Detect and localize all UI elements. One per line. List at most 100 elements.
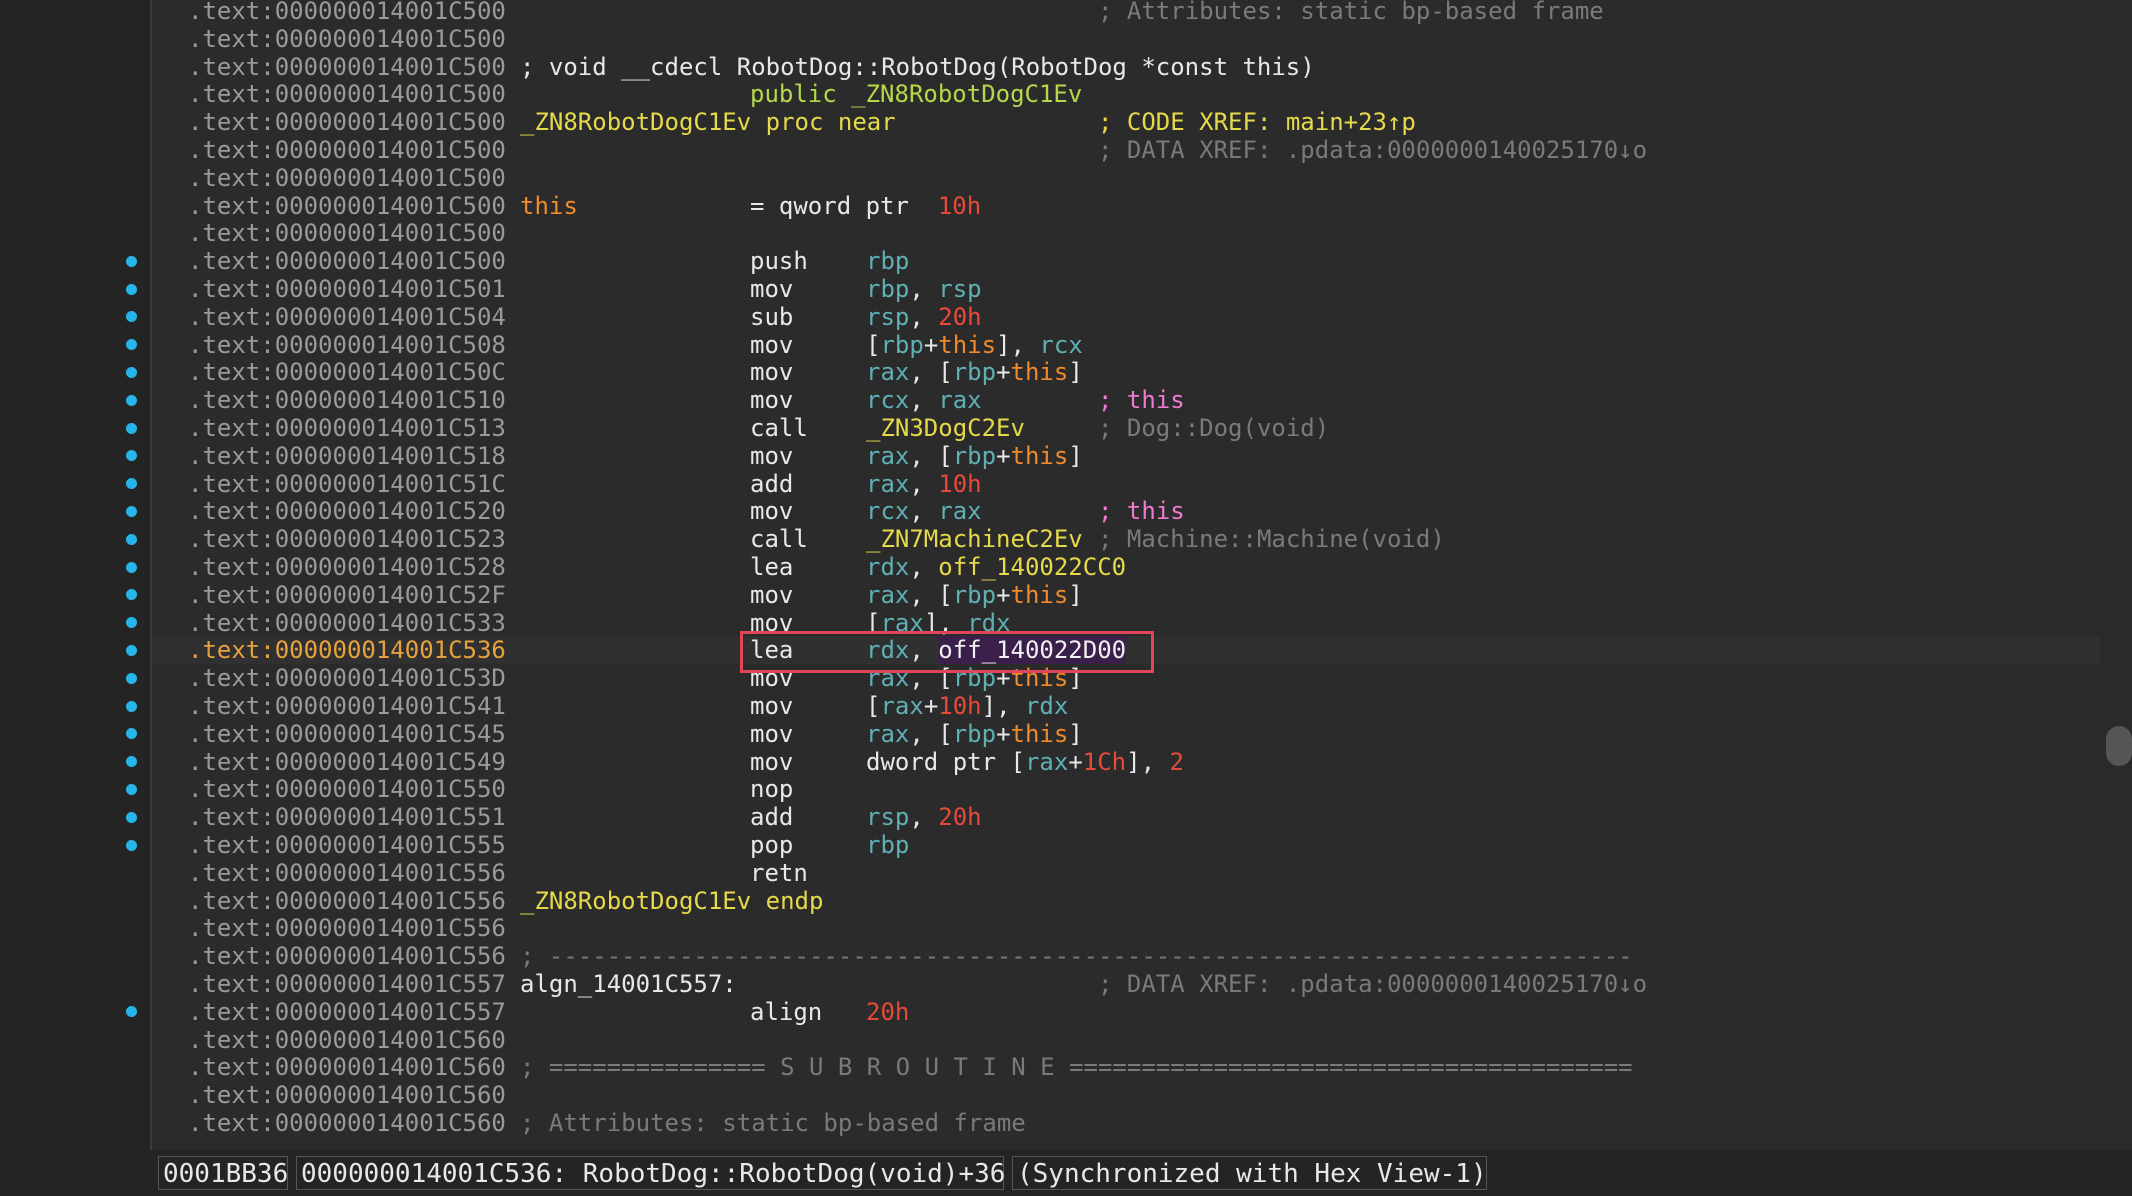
- row-label[interactable]: ; --------------------------------------…: [520, 942, 1633, 970]
- row-address[interactable]: .text:000000014001C500: [188, 192, 506, 220]
- row-address[interactable]: .text:000000014001C52F: [188, 581, 506, 609]
- listing-row[interactable]: .text:000000014001C528 lea rdx, off_140022…: [152, 553, 2100, 581]
- row-mnemonic[interactable]: add: [750, 803, 793, 831]
- row-label[interactable]: _ZN8RobotDogC1Ev endp: [520, 887, 823, 915]
- row-operands[interactable]: rax, [rbp+this]: [866, 581, 1083, 609]
- row-operands[interactable]: _ZN3DogC2Ev: [866, 414, 1025, 442]
- row-mnemonic[interactable]: = qword ptr 10h: [750, 192, 981, 220]
- row-mnemonic[interactable]: mov: [750, 442, 793, 470]
- listing-row[interactable]: .text:000000014001C557 align 20h: [152, 998, 2100, 1026]
- row-operands[interactable]: rsp, 20h: [866, 803, 982, 831]
- listing-row[interactable]: .text:000000014001C555 pop rbp: [152, 831, 2100, 859]
- row-label[interactable]: _ZN8RobotDogC1Ev proc near: [520, 108, 896, 136]
- breakpoint-gutter[interactable]: [0, 0, 152, 1150]
- row-address[interactable]: .text:000000014001C500: [188, 108, 506, 136]
- listing-row[interactable]: .text:000000014001C500: [152, 219, 2100, 247]
- row-address[interactable]: .text:000000014001C53D: [188, 664, 506, 692]
- listing-row[interactable]: .text:000000014001C557 algn_14001C557: ; D…: [152, 970, 2100, 998]
- row-label[interactable]: ; =============== S U B R O U T I N E ==…: [520, 1053, 1633, 1081]
- listing-row[interactable]: .text:000000014001C556 retn: [152, 859, 2100, 887]
- breakpoint-dot-icon[interactable]: [126, 672, 137, 684]
- listing-row[interactable]: .text:000000014001C500 ; DATA XREF: .pdat…: [152, 136, 2100, 164]
- row-mnemonic[interactable]: public _ZN8RobotDogC1Ev: [750, 80, 1082, 108]
- row-address[interactable]: .text:000000014001C560: [188, 1026, 506, 1054]
- row-address[interactable]: .text:000000014001C500: [188, 136, 506, 164]
- row-operands[interactable]: rdx, off_140022CC0: [866, 553, 1126, 581]
- row-mnemonic[interactable]: mov: [750, 720, 793, 748]
- row-mnemonic[interactable]: call: [750, 414, 808, 442]
- breakpoint-dot-icon[interactable]: [126, 422, 137, 434]
- breakpoint-dot-icon[interactable]: [126, 839, 137, 851]
- vertical-scrollbar-thumb[interactable]: [2106, 726, 2132, 766]
- listing-row[interactable]: .text:000000014001C556 _ZN8RobotDogC1Ev e…: [152, 887, 2100, 915]
- row-address[interactable]: .text:000000014001C500: [188, 80, 506, 108]
- breakpoint-dot-icon[interactable]: [126, 366, 137, 378]
- row-mnemonic[interactable]: mov: [750, 275, 793, 303]
- row-address[interactable]: .text:000000014001C500: [188, 0, 506, 25]
- row-operands[interactable]: rbp, rsp: [866, 275, 982, 303]
- row-operands[interactable]: dword ptr [rax+1Ch], 2: [866, 748, 1184, 776]
- listing-row[interactable]: .text:000000014001C52F mov rax, [rbp+this]: [152, 581, 2100, 609]
- row-operands[interactable]: rbp: [866, 247, 909, 275]
- listing-row[interactable]: .text:000000014001C541 mov [rax+10h], rdx: [152, 692, 2100, 720]
- breakpoint-dot-icon[interactable]: [126, 644, 137, 656]
- row-mnemonic[interactable]: mov: [750, 358, 793, 386]
- row-address[interactable]: .text:000000014001C500: [188, 25, 506, 53]
- breakpoint-dot-icon[interactable]: [126, 533, 137, 545]
- listing-row[interactable]: .text:000000014001C500 ; void __cdecl Rob…: [152, 53, 2100, 81]
- listing-row[interactable]: .text:000000014001C551 add rsp, 20h: [152, 803, 2100, 831]
- row-operands[interactable]: rcx, rax: [866, 497, 982, 525]
- row-address[interactable]: .text:000000014001C551: [188, 803, 506, 831]
- row-operands[interactable]: rsp, 20h: [866, 303, 982, 331]
- row-address[interactable]: .text:000000014001C549: [188, 748, 506, 776]
- row-operands[interactable]: [rbp+this], rcx: [866, 331, 1083, 359]
- listing-row[interactable]: .text:000000014001C500 ; Attributes: stat…: [152, 0, 2100, 25]
- row-address[interactable]: .text:000000014001C556: [188, 914, 506, 942]
- listing-row[interactable]: .text:000000014001C513 call _ZN3DogC2Ev ; D…: [152, 414, 2100, 442]
- breakpoint-dot-icon[interactable]: [126, 283, 137, 295]
- row-mnemonic[interactable]: call: [750, 525, 808, 553]
- row-label[interactable]: ; void __cdecl RobotDog::RobotDog(RobotD…: [520, 53, 1315, 81]
- listing-row[interactable]: .text:000000014001C520 mov rcx, rax ; this: [152, 497, 2100, 525]
- row-address[interactable]: .text:000000014001C50C: [188, 358, 506, 386]
- row-mnemonic[interactable]: mov: [750, 581, 793, 609]
- listing-row[interactable]: .text:000000014001C510 mov rcx, rax ; this: [152, 386, 2100, 414]
- row-label[interactable]: algn_14001C557:: [520, 970, 737, 998]
- row-address[interactable]: .text:000000014001C508: [188, 331, 506, 359]
- row-operands[interactable]: 20h: [866, 998, 909, 1026]
- listing-row[interactable]: .text:000000014001C550 nop: [152, 775, 2100, 803]
- row-address[interactable]: .text:000000014001C557: [188, 998, 506, 1026]
- row-operands[interactable]: rax, [rbp+this]: [866, 358, 1083, 386]
- listing-row[interactable]: .text:000000014001C500: [152, 25, 2100, 53]
- row-address[interactable]: .text:000000014001C528: [188, 553, 506, 581]
- row-operands[interactable]: _ZN7MachineC2Ev: [866, 525, 1083, 553]
- disassembly-listing[interactable]: .text:000000014001C500 ; Attributes: stat…: [152, 0, 2100, 1150]
- listing-row[interactable]: .text:000000014001C518 mov rax, [rbp+this]: [152, 442, 2100, 470]
- row-address[interactable]: .text:000000014001C501: [188, 275, 506, 303]
- breakpoint-dot-icon[interactable]: [126, 394, 137, 406]
- listing-row[interactable]: .text:000000014001C500: [152, 164, 2100, 192]
- listing-row[interactable]: .text:000000014001C560 ; =============== …: [152, 1053, 2100, 1081]
- breakpoint-dot-icon[interactable]: [126, 811, 137, 823]
- row-operands[interactable]: [rax+10h], rdx: [866, 692, 1068, 720]
- row-address[interactable]: .text:000000014001C556: [188, 859, 506, 887]
- row-mnemonic[interactable]: retn: [750, 859, 808, 887]
- row-address[interactable]: .text:000000014001C500: [188, 53, 506, 81]
- listing-row[interactable]: .text:000000014001C500 push rbp: [152, 247, 2100, 275]
- row-operands[interactable]: rcx, rax: [866, 386, 982, 414]
- listing-row[interactable]: .text:000000014001C556: [152, 914, 2100, 942]
- row-operands[interactable]: rax, 10h: [866, 470, 982, 498]
- row-address[interactable]: .text:000000014001C555: [188, 831, 506, 859]
- row-address[interactable]: .text:000000014001C518: [188, 442, 506, 470]
- row-mnemonic[interactable]: mov: [750, 386, 793, 414]
- row-address[interactable]: .text:000000014001C513: [188, 414, 506, 442]
- row-label[interactable]: this: [520, 192, 578, 220]
- row-mnemonic[interactable]: mov: [750, 692, 793, 720]
- row-mnemonic[interactable]: push: [750, 247, 808, 275]
- listing-row[interactable]: .text:000000014001C560: [152, 1081, 2100, 1109]
- listing-row[interactable]: .text:000000014001C500 this = qword ptr 10…: [152, 192, 2100, 220]
- row-address[interactable]: .text:000000014001C520: [188, 497, 506, 525]
- row-label[interactable]: ; Attributes: static bp-based frame: [520, 1109, 1026, 1137]
- breakpoint-dot-icon[interactable]: [126, 783, 137, 795]
- listing-row[interactable]: .text:000000014001C50C mov rax, [rbp+this]: [152, 358, 2100, 386]
